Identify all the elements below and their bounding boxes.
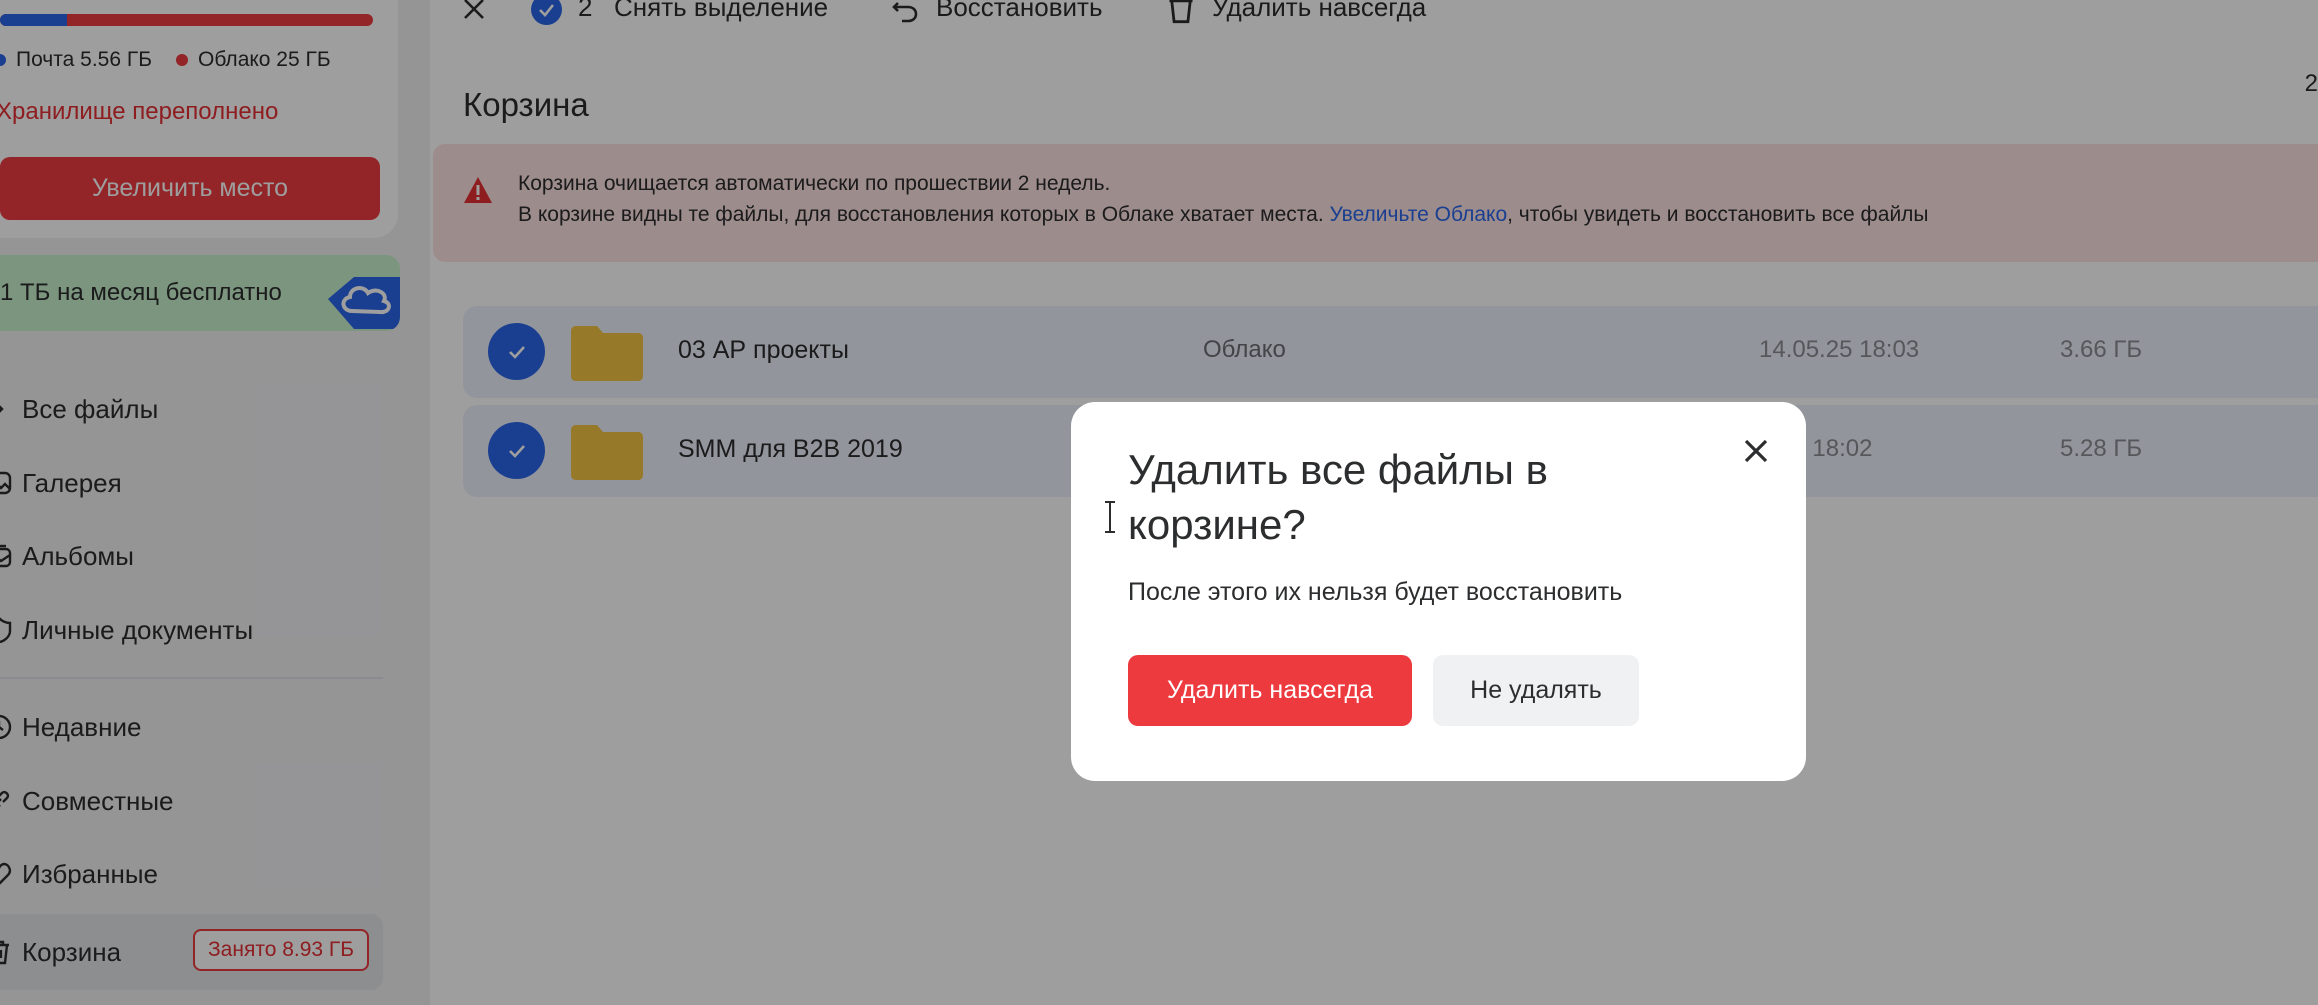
cancel-button[interactable]: Не удалять [1433,655,1639,726]
close-icon[interactable] [1741,436,1771,466]
delete-confirm-dialog: Удалить все файлы в корзине? После этого… [1071,402,1806,781]
text-cursor-icon [1105,501,1115,533]
dialog-title: Удалить все файлы в корзине? [1128,446,1548,548]
confirm-delete-button[interactable]: Удалить навсегда [1128,655,1412,726]
dialog-text: После этого их нельзя будет восстановить [1128,578,1623,606]
